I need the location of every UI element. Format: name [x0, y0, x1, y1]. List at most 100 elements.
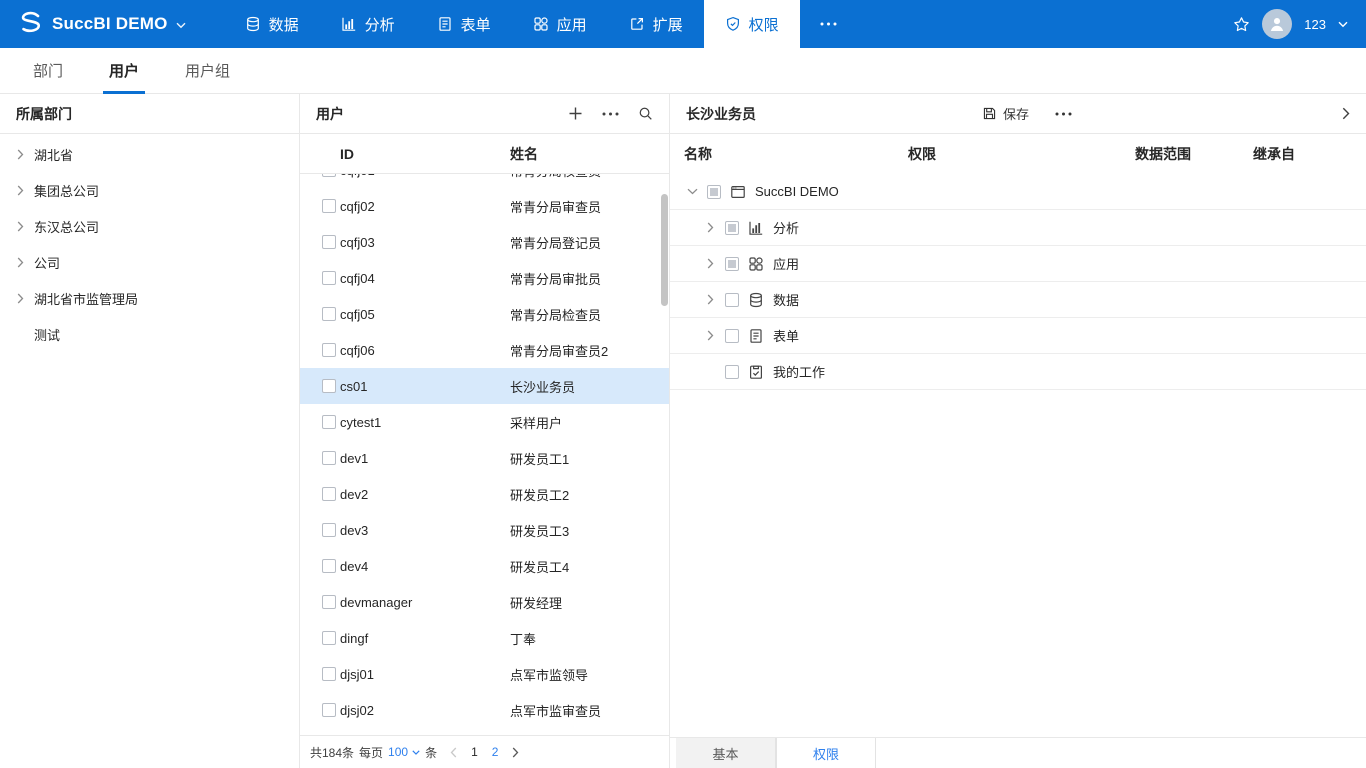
user-row[interactable]: cqfj04 常青分局审批员: [300, 260, 669, 296]
page-number[interactable]: 1: [471, 745, 478, 759]
user-row[interactable]: cqfj03 常青分局登记员: [300, 224, 669, 260]
chevron-down-icon[interactable]: [686, 188, 698, 195]
chevron-right-icon[interactable]: [704, 258, 716, 269]
dept-tree-item[interactable]: 集团总公司: [0, 172, 299, 208]
user-row[interactable]: cs01 长沙业务员: [300, 368, 669, 404]
nav-item-data[interactable]: 数据: [224, 0, 320, 48]
favorite-star-icon[interactable]: [1233, 16, 1250, 33]
checkbox[interactable]: [707, 184, 721, 199]
chevron-right-icon[interactable]: [17, 221, 25, 232]
checkbox[interactable]: [322, 703, 336, 717]
dept-tree-item[interactable]: 公司: [0, 244, 299, 280]
checkbox[interactable]: [725, 220, 739, 235]
checkbox[interactable]: [725, 364, 739, 379]
user-row[interactable]: devmanager 研发经理: [300, 584, 669, 620]
chevron-right-icon[interactable]: [17, 257, 25, 268]
checkbox[interactable]: [725, 292, 739, 307]
checkbox[interactable]: [725, 256, 739, 271]
user-row[interactable]: cqfj05 常青分局检查员: [300, 296, 669, 332]
user-row[interactable]: djsj01 点军市监领导: [300, 656, 669, 692]
checkbox[interactable]: [322, 667, 336, 681]
nav-item-permission[interactable]: 权限: [703, 0, 800, 48]
user-row[interactable]: dev4 研发员工4: [300, 548, 669, 584]
user-id: dingf: [340, 630, 369, 646]
chevron-right-icon[interactable]: [704, 294, 716, 305]
checkbox[interactable]: [322, 271, 336, 285]
checkbox[interactable]: [322, 595, 336, 609]
user-row[interactable]: dev3 研发员工3: [300, 512, 669, 548]
user-id: djsj01: [340, 666, 374, 682]
user-row[interactable]: cqfj02 常青分局审查员: [300, 188, 669, 224]
task-icon: [748, 364, 764, 380]
user-row[interactable]: cqfj01 常青分局核查员: [300, 174, 669, 188]
footer-tab-permission[interactable]: 权限: [776, 738, 876, 768]
user-name: 常青分局核查员: [510, 174, 669, 180]
checkbox[interactable]: [322, 631, 336, 645]
checkbox[interactable]: [322, 235, 336, 249]
user-id: cqfj06: [340, 342, 375, 358]
footer-tab-basic[interactable]: 基本: [676, 738, 776, 768]
more-actions-button[interactable]: [1055, 112, 1072, 116]
avatar[interactable]: [1262, 9, 1293, 39]
chevron-right-icon[interactable]: [17, 149, 25, 160]
workspace-switcher[interactable]: SuccBI DEMO: [0, 0, 200, 48]
prev-page-button[interactable]: [450, 747, 457, 758]
user-row[interactable]: dingf 丁奉: [300, 620, 669, 656]
nav-more-button[interactable]: [800, 0, 857, 48]
more-actions-button[interactable]: [602, 112, 619, 116]
nav-item-app[interactable]: 应用: [512, 0, 608, 48]
nav-item-label: 扩展: [652, 16, 683, 34]
dept-tree-item[interactable]: 湖北省市监管理局: [0, 280, 299, 316]
tab-user-group[interactable]: 用户组: [173, 48, 242, 93]
search-button[interactable]: [638, 106, 653, 121]
chevron-right-icon[interactable]: [17, 185, 25, 196]
chevron-right-icon[interactable]: [704, 330, 716, 341]
checkbox[interactable]: [322, 451, 336, 465]
perm-tree-row[interactable]: 我的工作: [670, 354, 1366, 390]
checkbox[interactable]: [322, 415, 336, 429]
checkbox[interactable]: [322, 379, 336, 393]
perm-tree-row[interactable]: 数据: [670, 282, 1366, 318]
dept-tree-item[interactable]: 东汉总公司: [0, 208, 299, 244]
checkbox[interactable]: [322, 307, 336, 321]
perm-tree-row[interactable]: 应用: [670, 246, 1366, 282]
dept-tree-item[interactable]: 湖北省: [0, 136, 299, 172]
user-row[interactable]: cqfj06 常青分局审查员2: [300, 332, 669, 368]
collapse-panel-button[interactable]: [1342, 107, 1350, 120]
checkbox[interactable]: [322, 199, 336, 213]
checkbox[interactable]: [322, 559, 336, 573]
user-row[interactable]: dev1 研发员工1: [300, 440, 669, 476]
perm-tree-row[interactable]: 分析: [670, 210, 1366, 246]
user-row[interactable]: dev2 研发员工2: [300, 476, 669, 512]
user-row[interactable]: djsj02 点军市监审查员: [300, 692, 669, 728]
checkbox[interactable]: [322, 523, 336, 537]
tab-department[interactable]: 部门: [21, 48, 75, 93]
checkbox[interactable]: [725, 328, 739, 343]
chevron-down-icon[interactable]: [1338, 21, 1348, 28]
username[interactable]: 123: [1304, 17, 1326, 32]
user-row[interactable]: cytest1 采样用户: [300, 404, 669, 440]
dept-tree-item[interactable]: 测试: [0, 316, 299, 352]
checkbox[interactable]: [322, 487, 336, 501]
nav-item-analysis[interactable]: 分析: [320, 0, 416, 48]
checkbox[interactable]: [322, 343, 336, 357]
nav-item-form[interactable]: 表单: [416, 0, 512, 48]
user-name: 长沙业务员: [510, 379, 576, 395]
perm-tree-row[interactable]: SuccBI DEMO: [670, 174, 1366, 210]
user-panel-header: 用户: [300, 94, 669, 134]
page-number[interactable]: 2: [492, 745, 499, 759]
caret-down-icon[interactable]: [412, 749, 420, 755]
department-panel: 所属部门 湖北省 集团总公司 东汉总公司 公司 湖北省市监管理局 测试: [0, 94, 300, 768]
tab-user[interactable]: 用户: [97, 48, 151, 94]
per-page-select[interactable]: 100: [388, 745, 408, 759]
chevron-right-icon[interactable]: [17, 293, 25, 304]
next-page-button[interactable]: [512, 747, 519, 758]
checkbox[interactable]: [322, 174, 336, 177]
perm-tree-row[interactable]: 表单: [670, 318, 1366, 354]
scrollbar-thumb[interactable]: [661, 194, 668, 306]
chevron-right-icon[interactable]: [704, 222, 716, 233]
save-button[interactable]: 保存: [982, 104, 1029, 123]
dept-tree: 湖北省 集团总公司 东汉总公司 公司 湖北省市监管理局 测试: [0, 134, 299, 352]
add-user-button[interactable]: [568, 106, 583, 121]
nav-item-extension[interactable]: 扩展: [608, 0, 704, 48]
